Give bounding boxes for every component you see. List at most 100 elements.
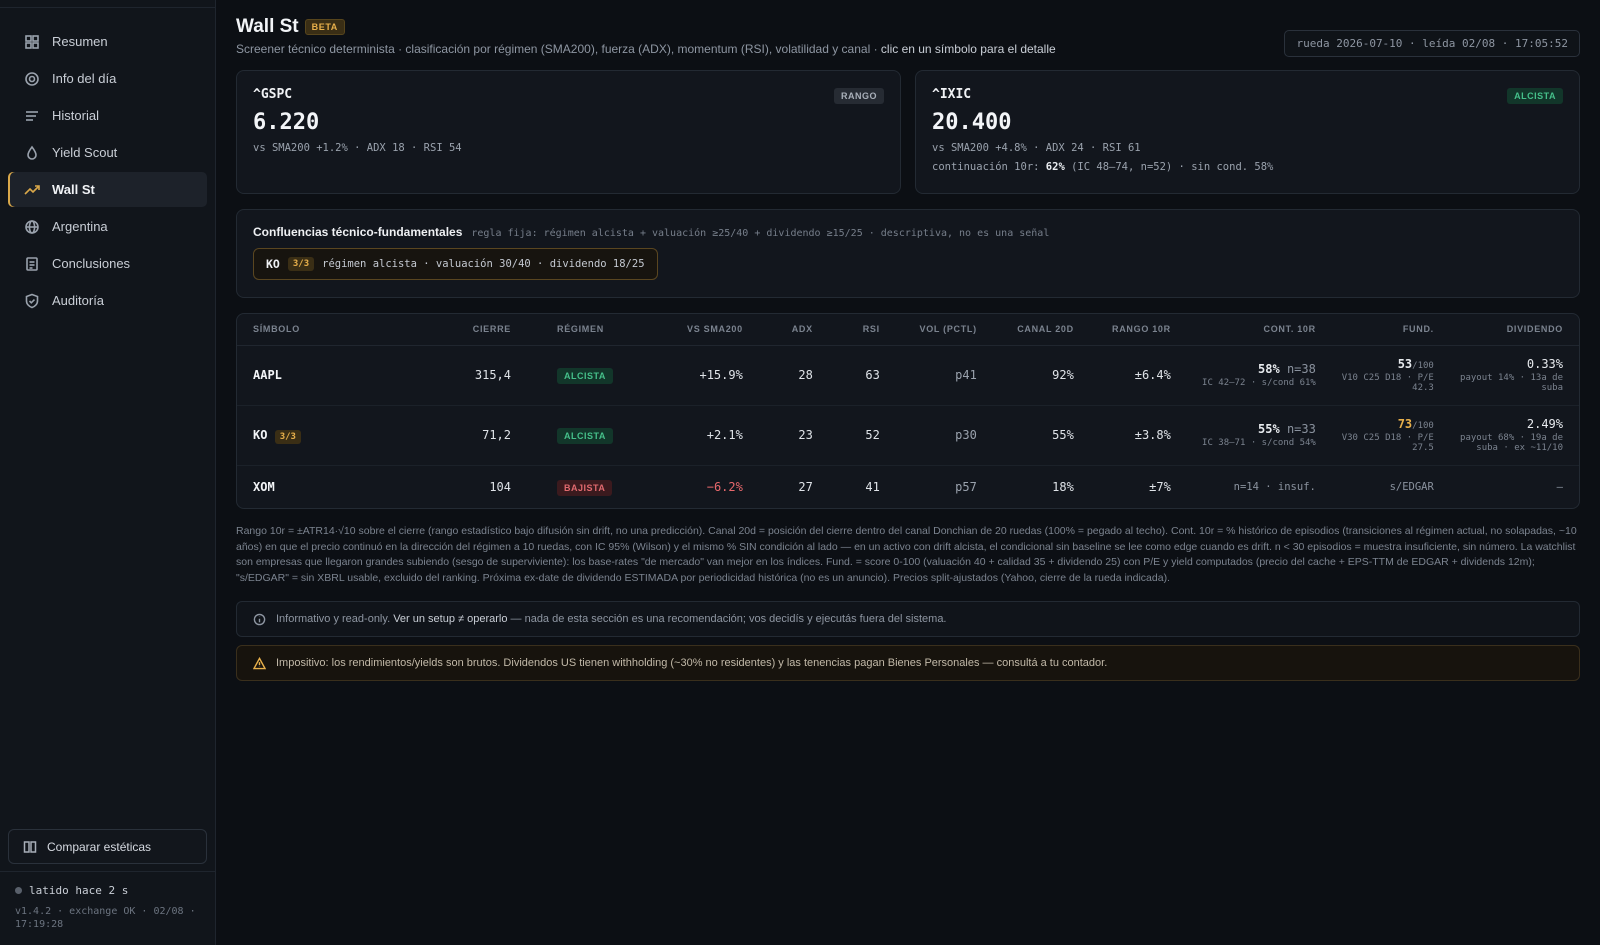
cell-rsi: 63: [828, 345, 896, 406]
document-icon: [26, 256, 38, 271]
cell-canal: 18%: [1052, 479, 1074, 494]
sidebar-item-label: Resumen: [52, 34, 108, 49]
cell-canal: 55%: [992, 405, 1090, 466]
regime-badge: RANGO: [834, 88, 884, 104]
sidebar-item-historial[interactable]: Historial: [8, 98, 207, 133]
page-subtitle: Screener técnico determinista · clasific…: [236, 42, 1056, 56]
cont-sub: IC 42–72 · s/cond 61%: [1202, 378, 1316, 388]
cell-symbol[interactable]: AAPL: [237, 345, 407, 406]
table-row-ko[interactable]: KO 3/3 71,2 ALCISTA +2.1% 23 52 p30 55% …: [237, 405, 1579, 466]
fund-sub: V30 C25 D18 · P/E 27.5: [1341, 433, 1434, 453]
sidebar-item-resumen[interactable]: Resumen: [8, 24, 207, 59]
col-header-simbolo[interactable]: SÍMBOLO: [237, 314, 407, 346]
dividend-sub: payout 68% · 19a de suba · ex ~11/10: [1460, 433, 1563, 453]
index-card-ixic[interactable]: ^IXIC ALCISTA 20.400 vs SMA200 +4.8% · A…: [915, 70, 1580, 194]
col-header-rango[interactable]: RANGO 10R: [1089, 314, 1187, 346]
sidebar-item-label: Yield Scout: [52, 145, 118, 160]
table-row-aapl[interactable]: AAPL 315,4 ALCISTA +15.9% 28 63 p41 92% …: [237, 345, 1579, 406]
cell-dividend: 2.49% payout 68% · 19a de suba · ex ~11/…: [1449, 405, 1579, 466]
trend-up-icon: [24, 184, 40, 195]
cell-adx: 27: [798, 479, 813, 494]
cell-rsi: 41: [865, 479, 880, 494]
cell-cont: n=14 · insuf.: [1233, 480, 1316, 493]
cont-value: 55% n=33: [1187, 422, 1316, 436]
grid-icon: [25, 34, 39, 49]
cell-canal: 92%: [992, 345, 1090, 406]
columns-icon: [23, 840, 37, 853]
heartbeat-text: latido hace 2 s: [29, 884, 129, 897]
compare-aesthetics-label: Comparar estéticas: [47, 839, 152, 854]
sidebar-item-info-del-dia[interactable]: Info del día: [8, 61, 207, 96]
tax-warning: Impositivo: los rendimientos/yields son …: [236, 645, 1580, 681]
col-header-vs-sma200[interactable]: VS SMA200: [628, 314, 759, 346]
cont-n: n=33: [1286, 422, 1316, 436]
cell-regime: ALCISTA: [527, 405, 629, 466]
col-header-regimen[interactable]: RÉGIMEN: [527, 314, 629, 346]
status-dot-icon: [15, 887, 22, 894]
fund-sub: V10 C25 D18 · P/E 42.3: [1341, 373, 1434, 393]
cell-vs-sma: +15.9%: [628, 345, 759, 406]
sidebar-item-label: Conclusiones: [52, 256, 131, 271]
sidebar-top-divider: [0, 0, 215, 8]
index-continuation: continuación 10r: 62% (IC 48–74, n=52) ·…: [932, 161, 1563, 173]
list-icon: [26, 110, 38, 121]
fund-score: 53: [1397, 357, 1413, 371]
cell-dividend: —: [1556, 480, 1563, 493]
sidebar-item-auditoria[interactable]: Auditoría: [8, 283, 207, 318]
col-header-cierre[interactable]: CIERRE: [407, 314, 527, 346]
index-value: 20.400: [932, 110, 1012, 135]
sidebar-item-label: Info del día: [52, 71, 117, 86]
regime-badge: ALCISTA: [557, 428, 613, 444]
cont-value: 58% n=38: [1187, 362, 1316, 376]
notice-highlight: Ver un setup ≠ operarlo: [393, 613, 508, 625]
compare-aesthetics-button[interactable]: Comparar estéticas: [8, 829, 207, 864]
cell-cont: 55% n=33 IC 38–71 · s/cond 54%: [1186, 405, 1332, 466]
continuation-pct: 62%: [1045, 161, 1065, 173]
confluence-description: régimen alcista · valuación 30/40 · divi…: [322, 258, 645, 270]
col-header-fund[interactable]: FUND.: [1331, 314, 1450, 346]
fund-of: /100: [1412, 421, 1434, 431]
col-header-rsi[interactable]: RSI: [828, 314, 896, 346]
col-header-cont[interactable]: CONT. 10R: [1186, 314, 1332, 346]
confluences-rule: regla fija: régimen alcista + valuación …: [471, 228, 1050, 239]
shield-icon: [25, 293, 39, 308]
cell-close: 104: [489, 479, 511, 494]
sidebar-item-conclusiones[interactable]: Conclusiones: [8, 246, 207, 281]
confluence-chip-ko[interactable]: KO 3/3 régimen alcista · valuación 30/40…: [253, 248, 658, 280]
sidebar-item-label: Argentina: [52, 219, 108, 234]
cell-dividend: 0.33% payout 14% · 13a de suba: [1449, 345, 1579, 406]
col-header-vol[interactable]: VOL (PCTL): [895, 314, 993, 346]
cont-pct: 55%: [1258, 422, 1280, 436]
cont-sub: IC 38–71 · s/cond 54%: [1202, 438, 1316, 448]
confluences-title: Confluencias técnico-fundamentales: [253, 225, 463, 239]
sidebar-nav: Resumen Info del día Historial Yield Sco…: [0, 8, 215, 318]
target-icon: [25, 71, 39, 86]
cell-symbol[interactable]: XOM: [237, 465, 407, 508]
table-header-row: SÍMBOLO CIERRE RÉGIMEN VS SMA200 ADX RSI…: [237, 314, 1579, 346]
sidebar-item-argentina[interactable]: Argentina: [8, 209, 207, 244]
col-header-canal[interactable]: CANAL 20D: [992, 314, 1090, 346]
table-row-xom[interactable]: XOM 104 BAJISTA −6.2% 27 41 p57 18% ±7% …: [237, 465, 1579, 508]
col-header-dividendo[interactable]: DIVIDENDO: [1449, 314, 1579, 346]
fund-value: 53/100: [1332, 357, 1434, 371]
methodology-footnote: Rango 10r = ±ATR14·√10 sobre el cierre (…: [236, 525, 1577, 584]
fund-value: 73/100: [1332, 417, 1434, 431]
index-card-gspc[interactable]: ^GSPC RANGO 6.220 vs SMA200 +1.2% · ADX …: [236, 70, 901, 194]
globe-icon: [25, 219, 39, 234]
col-header-adx[interactable]: ADX: [758, 314, 829, 346]
info-icon: [253, 613, 266, 625]
cell-rsi: 52: [828, 405, 896, 466]
symbol-text: KO: [253, 428, 268, 442]
cell-close: 315,4: [407, 345, 527, 406]
readonly-notice: Informativo y read-only. Ver un setup ≠ …: [236, 601, 1580, 637]
sidebar-item-wall-st[interactable]: Wall St: [8, 172, 207, 207]
cell-symbol[interactable]: KO 3/3: [237, 405, 407, 466]
sidebar-item-label: Historial: [52, 108, 99, 123]
cont-pct: 58%: [1258, 362, 1280, 376]
sidebar-item-yield-scout[interactable]: Yield Scout: [8, 135, 207, 170]
confluences-header: Confluencias técnico-fundamentales regla…: [253, 225, 1563, 239]
page-title: Wall St: [236, 16, 299, 37]
cell-vol: p30: [895, 405, 993, 466]
continuation-suffix: (IC 48–74, n=52) · sin cond. 58%: [1064, 161, 1274, 173]
cell-vs-sma: +2.1%: [628, 405, 759, 466]
